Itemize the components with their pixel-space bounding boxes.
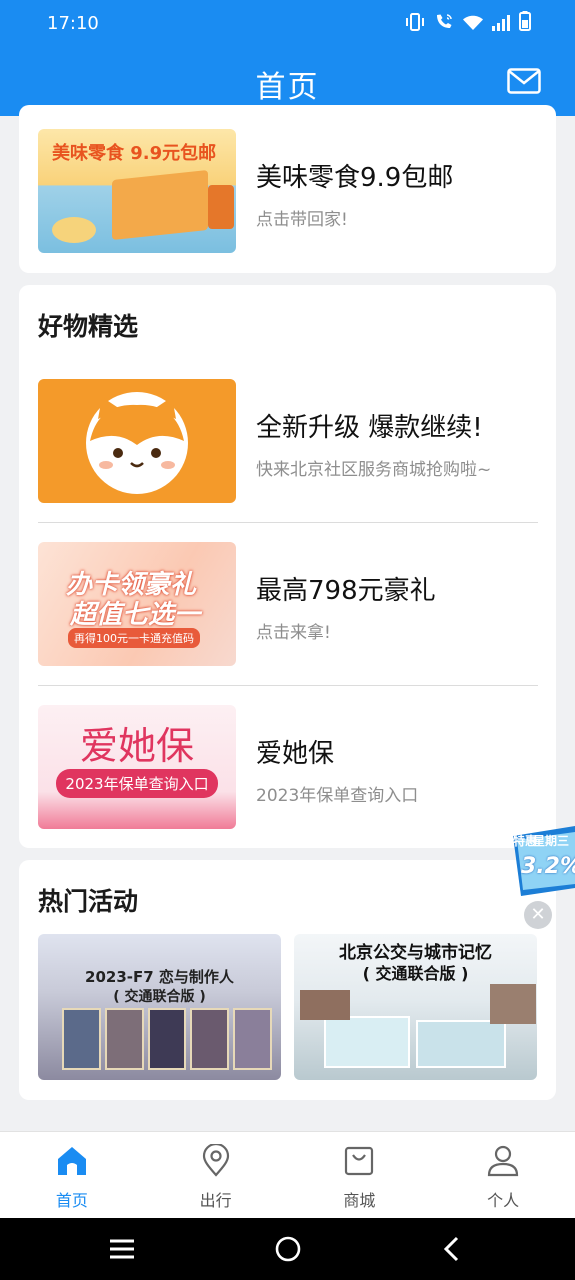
divider (38, 522, 538, 523)
snack-tea-image (208, 185, 234, 229)
badge-rate: 3.2% (521, 854, 575, 879)
character-card (190, 1008, 230, 1070)
status-icons (405, 11, 531, 35)
status-bar: 17:10 (0, 0, 575, 48)
item-subtitle: 快来北京社区服务商城抢购啦~ (256, 460, 492, 480)
hot-events-card: 热门活动 2023-F7 恋与制作人 ( 交通联合版 ) 北京公交与城市记忆 (… (19, 860, 556, 1100)
mail-icon[interactable] (507, 68, 541, 94)
section-title-hot-events: 热门活动 (38, 887, 139, 916)
battery-icon (519, 11, 531, 35)
snack-cake-image (52, 217, 96, 243)
signal-icon (492, 15, 510, 35)
shopping-bag-icon (345, 1146, 374, 1176)
event-title: 2023-F7 恋与制作人 (85, 968, 234, 986)
vibrate-icon (405, 13, 425, 35)
recent-apps-icon[interactable] (107, 1234, 137, 1264)
character-card (233, 1008, 272, 1070)
section-title-good-picks: 好物精选 (38, 312, 139, 341)
list-item-card-gift[interactable]: 办卡领豪礼 超值七选一 再得100元一卡通充值码 最高798元豪礼 点击来拿! (38, 542, 538, 666)
item-title: 美味零食9.9包邮 (256, 163, 454, 193)
event-banner-lovenproducer[interactable]: 2023-F7 恋与制作人 ( 交通联合版 ) (38, 934, 281, 1080)
tab-mall[interactable]: 商城 (288, 1132, 432, 1218)
mall-thumbnail (38, 379, 236, 503)
list-item-snacks[interactable]: 美味零食 9.9元包邮 美味零食9.9包邮 点击带回家! (38, 129, 538, 253)
thumb-line2: 超值七选一 (70, 600, 201, 630)
character-card (147, 1008, 187, 1070)
tab-label: 个人 (487, 1191, 520, 1210)
divider (38, 685, 538, 686)
bus-card (324, 1016, 410, 1068)
aitabao-thumbnail: 爱她保 2023年保单查询入口 (38, 705, 236, 829)
home-circle-icon[interactable] (273, 1234, 303, 1264)
snack-card: 美味零食 9.9元包邮 美味零食9.9包邮 点击带回家! (19, 105, 556, 273)
promo-float-badge[interactable]: 特惠 星期三 3.2% (503, 826, 575, 896)
snack-box-image (112, 169, 208, 241)
system-nav-bar (0, 1218, 575, 1280)
item-subtitle: 点击带回家! (256, 210, 348, 230)
list-item-mall-upgrade[interactable]: 全新升级 爆款继续! 快来北京社区服务商城抢购啦~ (38, 379, 538, 503)
status-time: 17:10 (47, 13, 99, 34)
snack-thumb-banner: 美味零食 9.9元包邮 (52, 143, 217, 164)
list-item-aitabao[interactable]: 爱她保 2023年保单查询入口 爱她保 2023年保单查询入口 (38, 705, 538, 829)
thumb-line1: 爱她保 (79, 724, 194, 768)
wifi-icon (463, 15, 483, 35)
item-title: 爱她保 (256, 739, 335, 769)
tab-label: 首页 (55, 1191, 88, 1210)
tab-profile[interactable]: 个人 (431, 1132, 575, 1218)
item-subtitle: 点击来拿! (256, 623, 331, 643)
tab-label: 商城 (343, 1191, 376, 1210)
city-gate-image (300, 990, 350, 1020)
tab-travel[interactable]: 出行 (144, 1132, 288, 1218)
character-cards (62, 1008, 272, 1070)
event-banner-beijing-bus[interactable]: 北京公交与城市记忆 ( 交通联合版 ) (294, 934, 537, 1080)
station-building-image (490, 984, 536, 1024)
good-picks-card: 好物精选 全新升级 爆款继续! 快来北京社区服务商城抢购啦~ 办卡领豪礼 超值七… (19, 285, 556, 848)
tab-home[interactable]: 首页 (0, 1132, 144, 1218)
character-card (62, 1008, 101, 1070)
page-title: 首页 (255, 70, 320, 105)
location-pin-icon (202, 1144, 229, 1177)
item-title: 最高798元豪礼 (256, 576, 436, 606)
tab-label: 出行 (199, 1191, 232, 1210)
wifi-call-icon (434, 13, 454, 35)
hamster-mascot-icon (86, 392, 188, 494)
character-card (104, 1008, 144, 1070)
snack-thumbnail: 美味零食 9.9元包邮 (38, 129, 236, 253)
person-icon (488, 1145, 519, 1177)
back-icon[interactable] (438, 1234, 468, 1264)
card-gift-thumbnail: 办卡领豪礼 超值七选一 再得100元一卡通充值码 (38, 542, 236, 666)
event-subtitle: ( 交通联合版 ) (113, 989, 206, 1005)
bus-card (416, 1020, 506, 1068)
thumb-line2: 2023年保单查询入口 (56, 769, 218, 798)
thumb-line3: 再得100元一卡通充值码 (68, 628, 200, 648)
bottom-tab-bar: 首页 出行 商城 个人 (0, 1131, 575, 1218)
close-icon[interactable]: ✕ (524, 901, 552, 929)
badge-line2: 星期三 (533, 834, 570, 848)
home-icon (57, 1147, 86, 1175)
item-title: 全新升级 爆款继续! (256, 413, 483, 443)
event-subtitle: ( 交通联合版 ) (362, 964, 469, 983)
item-subtitle: 2023年保单查询入口 (256, 786, 419, 806)
